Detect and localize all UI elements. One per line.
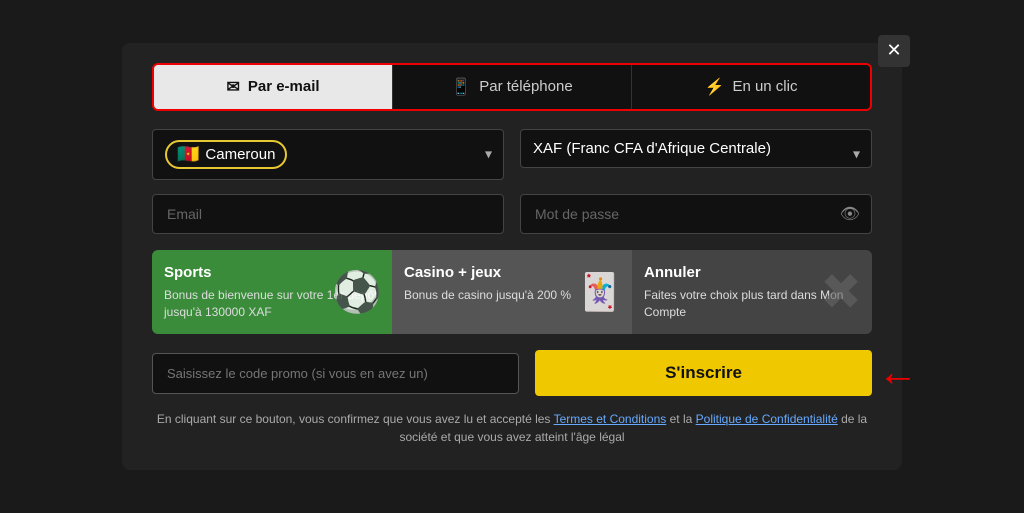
tab-oneclick-label: En un clic [732,78,797,95]
soccer-ball-icon: ⚽ [332,269,382,316]
country-select-wrapper: 🇨🇲 Cameroun ▾ [152,129,504,180]
selects-row: 🇨🇲 Cameroun ▾ XAF (Franc CFA d'Afrique C… [152,129,872,180]
registration-modal: ✕ ✉ Par e-mail 📱 Par téléphone ⚡ En un c… [122,43,902,471]
tab-email[interactable]: ✉ Par e-mail [154,65,393,109]
country-highlight: 🇨🇲 Cameroun [165,140,287,169]
bonus-cards-row: Sports Bonus de bienvenue sur votre 1er … [152,250,872,335]
bonus-card-casino[interactable]: Casino + jeux Bonus de casino jusqu'à 20… [392,250,632,335]
tab-phone-label: Par téléphone [479,78,572,95]
email-input[interactable] [152,194,504,234]
tab-phone[interactable]: 📱 Par téléphone [393,65,632,109]
x-icon: ✖ [820,263,862,321]
cameroon-flag-icon: 🇨🇲 [177,144,199,165]
close-button[interactable]: ✕ [878,35,910,67]
tab-oneclick[interactable]: ⚡ En un clic [632,65,870,109]
privacy-link[interactable]: Politique de Confidentialité [696,412,838,426]
tab-email-label: Par e-mail [248,78,320,95]
register-button[interactable]: S'inscrire [535,350,872,396]
action-row: S'inscrire ← [152,350,872,396]
legal-middle: et la [666,412,695,426]
legal-text: En cliquant sur ce bouton, vous confirme… [152,410,872,446]
legal-prefix: En cliquant sur ce bouton, vous confirme… [157,412,554,426]
country-value: Cameroun [205,146,275,163]
currency-select[interactable]: XAF (Franc CFA d'Afrique Centrale) ▾ [520,129,872,168]
eye-icon[interactable]: 👁 [840,204,860,224]
bonus-card-annuler[interactable]: Annuler Faites votre choix plus tard dan… [632,250,872,335]
country-chevron-icon: ▾ [485,146,492,163]
currency-value: XAF (Franc CFA d'Afrique Centrale) [533,140,771,157]
currency-select-wrapper: XAF (Franc CFA d'Afrique Centrale) ▾ [520,129,872,180]
password-input[interactable] [520,194,872,234]
country-select[interactable]: 🇨🇲 Cameroun ▾ [152,129,504,180]
terms-link[interactable]: Termes et Conditions [554,412,667,426]
currency-chevron-icon: ▾ [853,146,860,163]
arrow-right-icon: ← [878,351,918,396]
email-icon: ✉ [226,77,239,97]
bonus-card-sports[interactable]: Sports Bonus de bienvenue sur votre 1er … [152,250,392,335]
phone-icon: 📱 [451,77,471,97]
email-wrapper [152,194,504,234]
lightning-icon: ⚡ [705,77,725,97]
password-wrapper: 👁 [520,194,872,234]
register-btn-wrapper: S'inscrire ← [535,350,872,396]
cards-icon: 🃏 [577,271,622,313]
credentials-row: 👁 [152,194,872,234]
promo-code-input[interactable] [152,353,519,394]
registration-tabs: ✉ Par e-mail 📱 Par téléphone ⚡ En un cli… [152,63,872,111]
